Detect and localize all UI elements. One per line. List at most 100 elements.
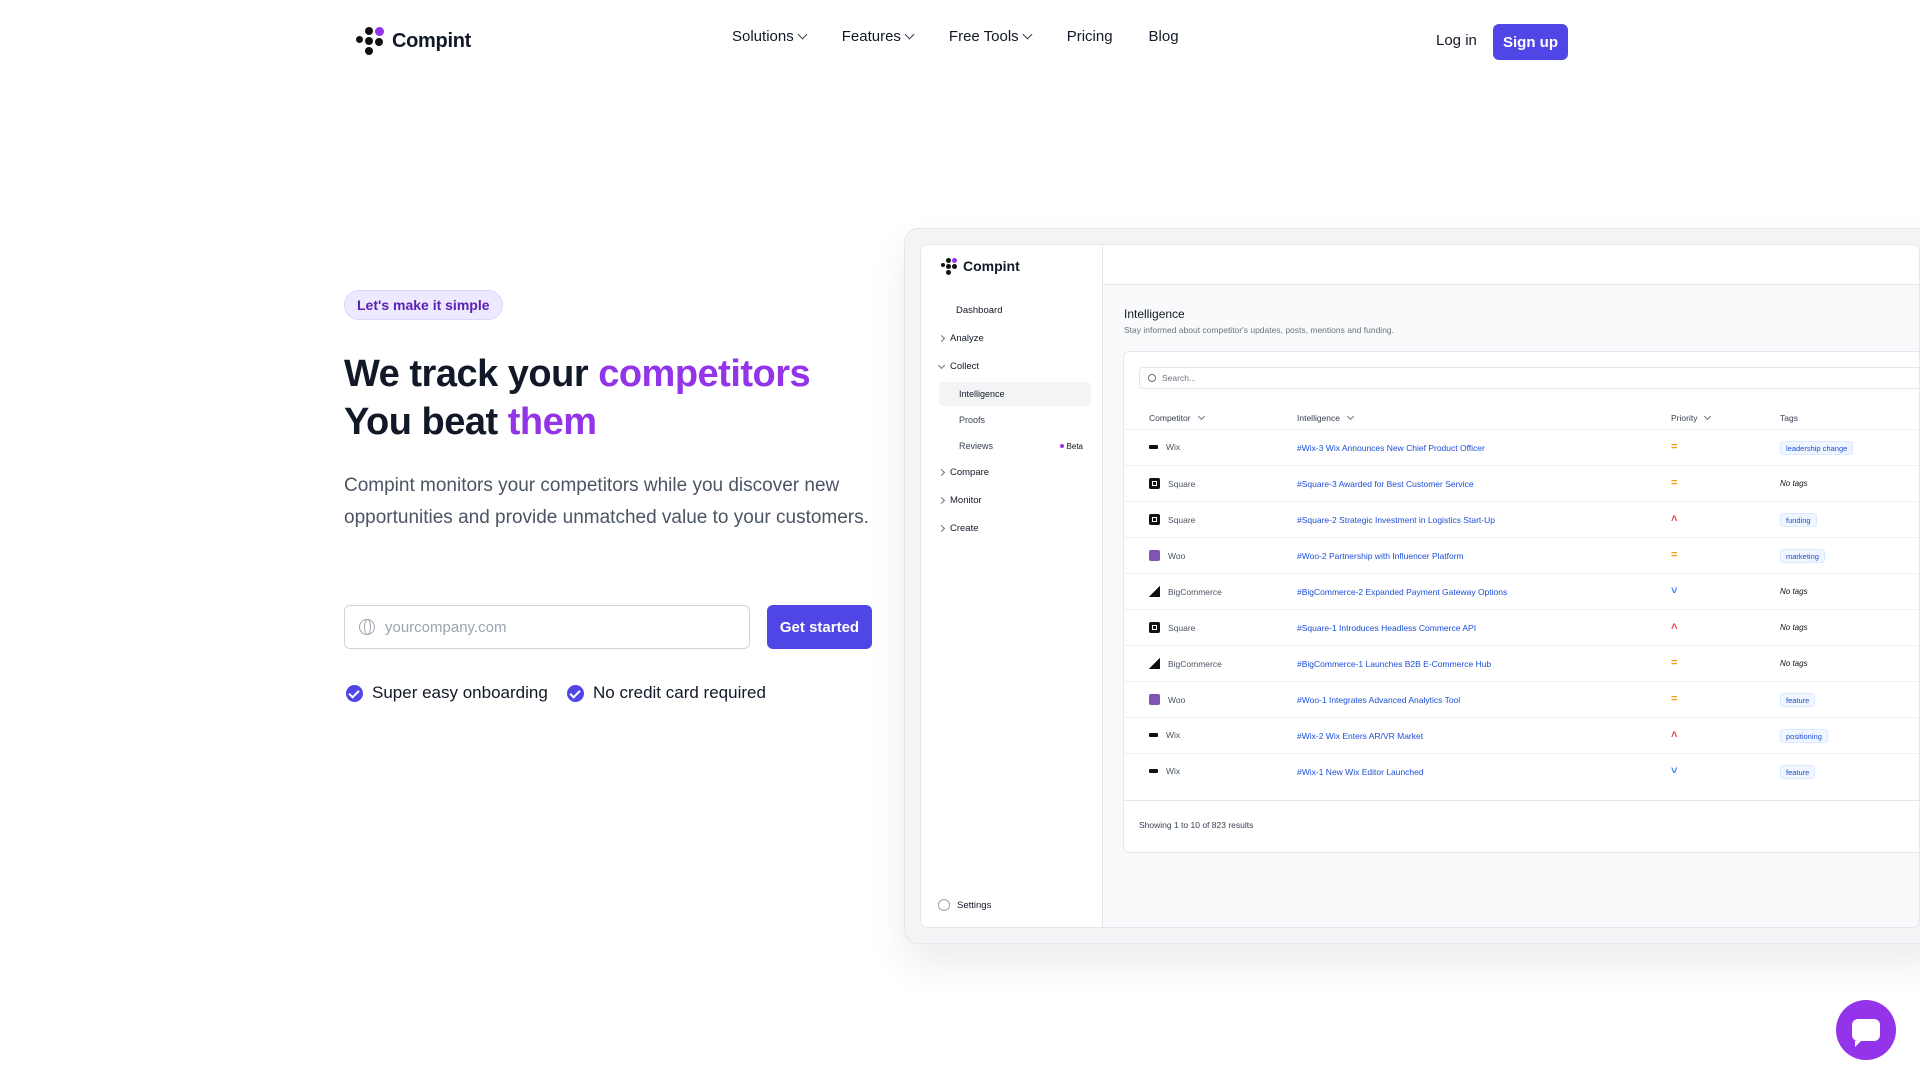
no-tags-label: No tags <box>1780 623 1808 632</box>
chevron-down-icon <box>904 29 915 40</box>
brand-logo[interactable]: Compint <box>356 26 471 56</box>
table-row[interactable]: Wix #Wix-2 Wix Enters AR/VR Market ˄ positi… <box>1124 717 1919 753</box>
chevron-down-icon <box>1022 29 1033 40</box>
sidebar-item-dashboard[interactable]: Dashboard <box>956 305 1002 316</box>
priority-medium-icon: = <box>1671 693 1678 705</box>
table-row[interactable]: Woo #Woo-2 Partnership with Influencer Pl… <box>1124 537 1919 573</box>
competitor-cell: Square <box>1149 514 1195 525</box>
table-bottom-divider <box>1124 800 1919 801</box>
table-row[interactable]: Woo #Woo-1 Integrates Advanced Analytics … <box>1124 681 1919 717</box>
headline-line1-accent: competitors <box>598 353 811 395</box>
sidebar-subitem-reviews[interactable]: Reviews Beta <box>939 434 1091 458</box>
table-row[interactable]: Square #Square-1 Introduces Headless Comm… <box>1124 609 1919 645</box>
main-nav: Solutions Features Free Tools Pricing Bl… <box>732 28 1179 45</box>
sidebar-item-monitor[interactable]: Monitor <box>937 495 982 506</box>
beta-label: Beta <box>1066 441 1083 451</box>
get-started-button[interactable]: Get started <box>767 605 872 649</box>
bigcommerce-icon <box>1149 658 1160 669</box>
nav-blog-label: Blog <box>1148 28 1179 45</box>
intelligence-link[interactable]: #Woo-2 Partnership with Influencer Platf… <box>1297 551 1464 561</box>
sidebar-item-analyze[interactable]: Analyze <box>937 333 984 344</box>
sidebar-item-label: Compare <box>950 467 990 478</box>
table-row[interactable]: BigCommerce #BigCommerce-2 Expanded Payme… <box>1124 573 1919 609</box>
no-tags-label: No tags <box>1780 479 1808 488</box>
chevron-right-icon <box>937 496 946 505</box>
table-row[interactable]: Wix #Wix-1 New Wix Editor Launched ˅ featur… <box>1124 753 1919 789</box>
column-label: Tags <box>1780 413 1798 423</box>
sidebar-subitem-proofs[interactable]: Proofs <box>939 408 1091 432</box>
tag-badge: feature <box>1780 765 1816 779</box>
table-search[interactable] <box>1139 367 1919 389</box>
table-row[interactable]: Wix #Wix-3 Wix Announces New Chief Produc… <box>1124 429 1919 465</box>
column-label: Competitor <box>1149 413 1191 423</box>
intelligence-link[interactable]: #BigCommerce-1 Launches B2B E-Commerce H… <box>1297 659 1491 669</box>
square-icon <box>1149 622 1160 633</box>
woo-icon <box>1149 694 1160 705</box>
search-input[interactable] <box>1162 373 1273 383</box>
competitor-name: Square <box>1168 478 1196 489</box>
nav-features-label: Features <box>841 28 901 45</box>
nav-blog[interactable]: Blog <box>1149 28 1179 45</box>
competitor-name: Wix <box>1166 442 1181 452</box>
square-icon <box>1149 514 1160 525</box>
sidebar-subitem-label: Proofs <box>959 415 986 425</box>
brand-name: Compint <box>392 29 471 52</box>
login-link[interactable]: Log in <box>1436 32 1477 49</box>
column-header-intelligence[interactable]: Intelligence <box>1297 412 1355 423</box>
app-main: Intelligence Stay informed about competi… <box>1103 285 1919 927</box>
priority-high-icon: ˄ <box>1671 621 1678 633</box>
column-label: Intelligence <box>1297 413 1341 423</box>
chevron-down-icon <box>1197 412 1205 421</box>
app-brand: Compint <box>941 257 1020 275</box>
sidebar-subitem-intelligence[interactable]: Intelligence <box>939 382 1091 406</box>
sidebar-item-label: Create <box>950 523 979 534</box>
company-url-field[interactable] <box>344 605 750 649</box>
signup-button[interactable]: Sign up <box>1493 24 1568 60</box>
chat-widget-button[interactable] <box>1836 1000 1896 1060</box>
table-row[interactable]: Square #Square-3 Awarded for Best Custome… <box>1124 465 1919 501</box>
page-title: Intelligence <box>1124 307 1185 321</box>
headline-line1-plain: We track your <box>344 353 599 395</box>
sidebar-item-label: Analyze <box>950 333 984 344</box>
nav-pricing-label: Pricing <box>1066 28 1113 45</box>
column-header-priority[interactable]: Priority <box>1671 412 1712 423</box>
page-subtitle: Stay informed about competitor's updates… <box>1124 325 1395 335</box>
chevron-down-icon <box>1704 412 1712 421</box>
intelligence-link[interactable]: #Square-1 Introduces Headless Commerce A… <box>1297 623 1476 633</box>
sidebar-item-compare[interactable]: Compare <box>937 467 990 478</box>
check-circle-icon <box>567 684 584 702</box>
sidebar-settings[interactable]: Settings <box>938 899 991 911</box>
search-icon <box>1148 374 1156 382</box>
sidebar-item-create[interactable]: Create <box>937 523 979 534</box>
priority-medium-icon: = <box>1671 477 1678 489</box>
nav-free-tools[interactable]: Free Tools <box>949 28 1033 45</box>
intelligence-link[interactable]: #Wix-2 Wix Enters AR/VR Market <box>1297 731 1423 741</box>
nav-pricing[interactable]: Pricing <box>1067 28 1113 45</box>
app-topbar <box>1103 245 1919 285</box>
intelligence-link[interactable]: #Wix-1 New Wix Editor Launched <box>1297 767 1424 777</box>
competitor-cell: Woo <box>1149 694 1185 705</box>
nav-features[interactable]: Features <box>841 28 915 45</box>
chevron-down-icon <box>1346 412 1355 421</box>
competitor-name: BigCommerce <box>1168 586 1222 597</box>
priority-low-icon: ˅ <box>1671 765 1678 777</box>
hero-badge: Let's make it simple <box>344 290 503 320</box>
intelligence-link[interactable]: #Square-3 Awarded for Best Customer Serv… <box>1297 479 1474 489</box>
column-header-competitor[interactable]: Competitor <box>1149 412 1205 423</box>
competitor-name: Woo <box>1168 694 1186 705</box>
competitor-cell: BigCommerce <box>1149 658 1222 669</box>
beta-badge: Beta <box>1059 441 1083 451</box>
intelligence-link[interactable]: #Square-2 Strategic Investment in Logist… <box>1297 515 1495 525</box>
sidebar-item-collect[interactable]: Collect <box>937 361 979 372</box>
intelligence-link[interactable]: #Woo-1 Integrates Advanced Analytics Too… <box>1297 695 1460 705</box>
chevron-right-icon <box>937 524 946 533</box>
competitor-cell: Wix <box>1149 766 1180 776</box>
intelligence-link[interactable]: #BigCommerce-2 Expanded Payment Gateway … <box>1297 587 1507 597</box>
priority-high-icon: ˄ <box>1671 729 1678 741</box>
nav-solutions[interactable]: Solutions <box>732 28 808 45</box>
table-row[interactable]: BigCommerce #BigCommerce-1 Launches B2B E… <box>1124 645 1919 681</box>
company-url-input[interactable] <box>385 618 725 636</box>
table-row[interactable]: Square #Square-2 Strategic Investment in … <box>1124 501 1919 537</box>
no-tags-label: No tags <box>1780 659 1808 668</box>
intelligence-link[interactable]: #Wix-3 Wix Announces New Chief Product O… <box>1297 443 1485 453</box>
